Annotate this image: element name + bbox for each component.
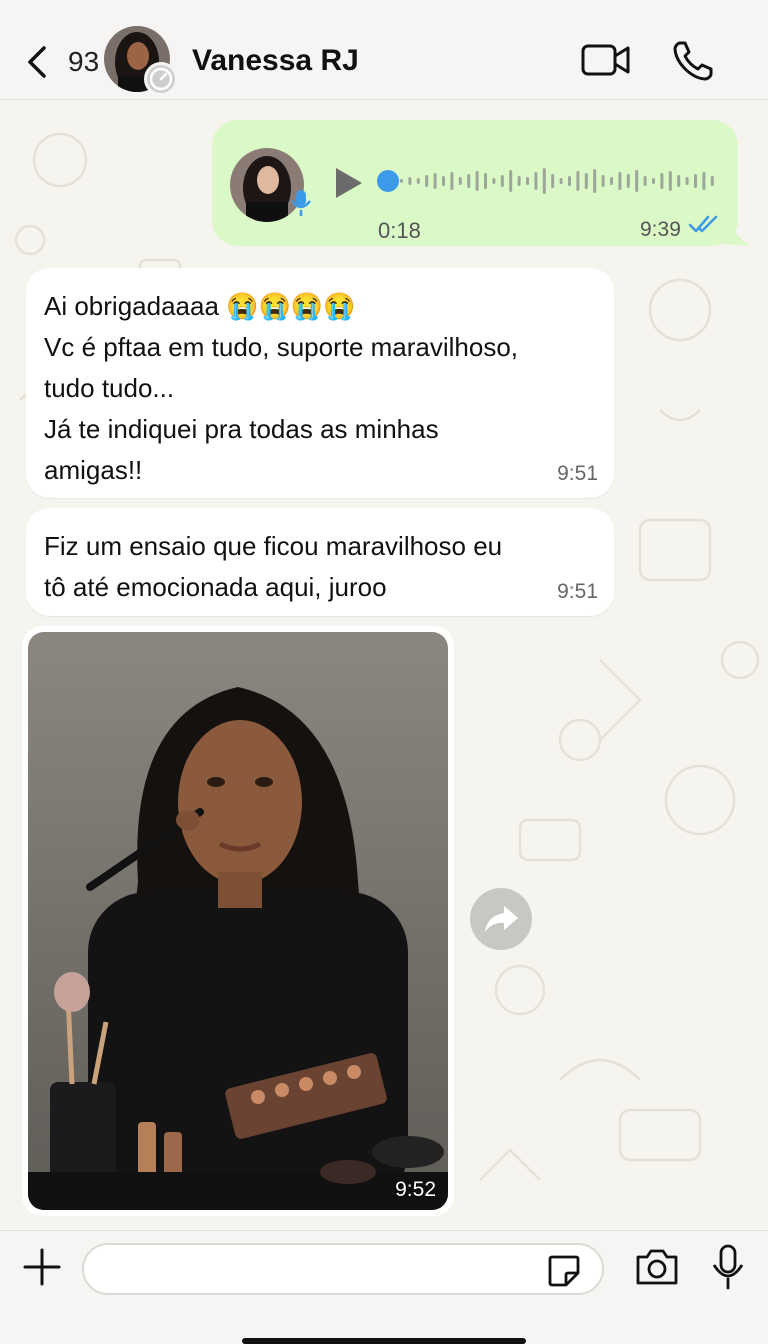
sticker-icon[interactable] bbox=[546, 1253, 582, 1289]
chat-area[interactable]: 0:18 9:39 Ai obrigadaaaa 😭😭😭😭 Vc é pftaa… bbox=[0, 100, 768, 1230]
plus-icon[interactable] bbox=[22, 1247, 62, 1287]
playhead-dot[interactable] bbox=[377, 170, 399, 192]
waveform-bar bbox=[526, 177, 529, 185]
contact-name[interactable]: Vanessa RJ bbox=[192, 44, 359, 78]
mic-badge-icon bbox=[291, 190, 311, 216]
waveform-bar bbox=[635, 170, 639, 192]
composer-bar bbox=[0, 1230, 768, 1344]
voice-message-bubble[interactable]: 0:18 9:39 bbox=[212, 120, 738, 246]
waveform-bar bbox=[442, 176, 445, 186]
message-time: 9:51 bbox=[557, 462, 598, 485]
double-check-icon bbox=[688, 215, 718, 233]
voice-duration: 0:18 bbox=[378, 218, 421, 243]
waveform-bar bbox=[484, 173, 487, 189]
waveform-bar bbox=[458, 177, 462, 185]
message-input[interactable] bbox=[82, 1243, 604, 1295]
waveform-bar bbox=[694, 174, 697, 188]
waveform-bar bbox=[610, 177, 613, 185]
waveform-bar bbox=[618, 172, 622, 190]
waveform-bar bbox=[408, 177, 412, 185]
waveform-bar bbox=[660, 173, 664, 189]
waveform-bar bbox=[400, 179, 403, 183]
waveform-bar bbox=[500, 175, 504, 187]
photo-thumbnail[interactable] bbox=[28, 632, 448, 1210]
waveform-bar bbox=[601, 175, 605, 187]
waveform-bar bbox=[534, 172, 538, 190]
waveform-bar bbox=[576, 171, 580, 191]
incoming-message[interactable]: Ai obrigadaaaa 😭😭😭😭 Vc é pftaa em tudo, … bbox=[26, 268, 614, 498]
forward-arrow-icon bbox=[485, 906, 518, 932]
waveform-bar bbox=[685, 177, 689, 185]
incoming-message[interactable]: Fiz um ensaio que ficou maravilhoso eu t… bbox=[26, 508, 614, 616]
waveform-bar bbox=[492, 178, 496, 184]
waveform-bar bbox=[710, 176, 714, 186]
waveform-bar bbox=[416, 178, 420, 184]
waveform-bar bbox=[702, 172, 706, 190]
waveform-bar bbox=[542, 168, 546, 194]
contact-avatar[interactable] bbox=[104, 26, 178, 96]
waveform-bar bbox=[425, 175, 429, 187]
audio-waveform[interactable] bbox=[376, 162, 716, 200]
waveform-bar bbox=[559, 178, 563, 184]
waveform-bar bbox=[433, 173, 437, 189]
waveform-bar bbox=[568, 176, 571, 186]
play-icon[interactable] bbox=[334, 166, 364, 200]
message-text: Ai obrigadaaaa 😭😭😭😭 Vc é pftaa em tudo, … bbox=[44, 291, 519, 485]
status-timer-icon bbox=[144, 62, 178, 96]
message-time: 9:52 bbox=[395, 1178, 436, 1201]
waveform-bar bbox=[643, 176, 647, 186]
unread-count[interactable]: 93 bbox=[68, 46, 99, 78]
microphone-icon[interactable] bbox=[710, 1243, 746, 1291]
waveform-bar bbox=[668, 171, 672, 191]
waveform-bar bbox=[517, 176, 521, 186]
chat-header: 93 Vanessa RJ bbox=[0, 0, 768, 100]
waveform-bar bbox=[450, 172, 454, 190]
waveform-bar bbox=[593, 169, 597, 193]
message-text: Fiz um ensaio que ficou maravilhoso eu t… bbox=[44, 531, 503, 602]
message-time: 9:51 bbox=[557, 580, 598, 603]
waveform-bar bbox=[652, 178, 655, 184]
bubble-tail bbox=[724, 218, 750, 246]
image-message[interactable]: 9:52 bbox=[22, 626, 454, 1216]
waveform-bar bbox=[509, 170, 513, 192]
back-chevron-icon[interactable] bbox=[24, 42, 52, 82]
message-time: 9:39 bbox=[640, 218, 681, 241]
home-indicator bbox=[242, 1338, 526, 1344]
waveform-bar bbox=[551, 174, 555, 188]
phone-icon[interactable] bbox=[670, 38, 716, 84]
forward-button[interactable] bbox=[470, 888, 532, 950]
video-call-icon[interactable] bbox=[580, 40, 632, 80]
waveform-bar bbox=[677, 175, 681, 187]
waveform-bar bbox=[475, 171, 479, 191]
camera-icon[interactable] bbox=[634, 1247, 680, 1287]
waveform-bar bbox=[626, 174, 630, 188]
waveform-bar bbox=[584, 173, 588, 189]
waveform-bar bbox=[467, 174, 471, 188]
